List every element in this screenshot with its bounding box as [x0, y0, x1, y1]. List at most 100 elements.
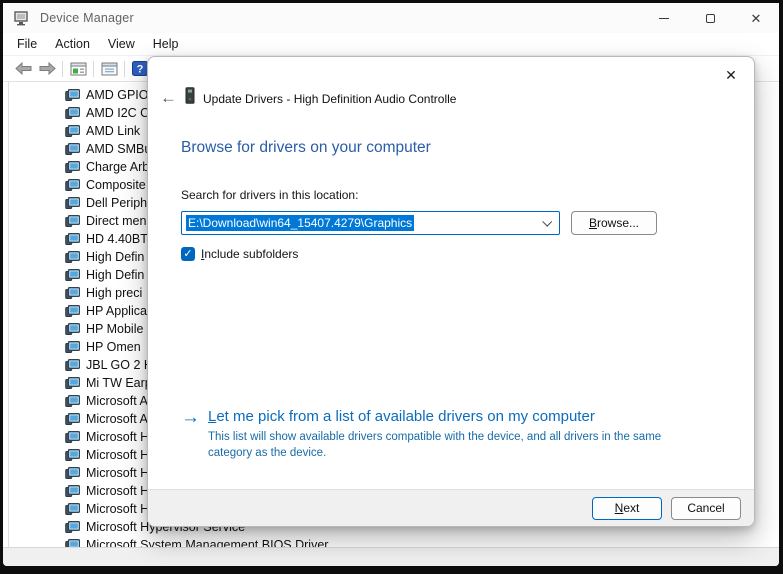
device-icon — [65, 377, 80, 389]
toolbar-back-button[interactable] — [11, 58, 35, 80]
location-row: E:\Download\win64_15407.4279\Graphics Br… — [181, 211, 721, 235]
device-icon — [65, 359, 80, 371]
menu-view[interactable]: View — [99, 34, 144, 54]
search-location-label: Search for drivers in this location: — [181, 188, 721, 202]
include-subfolders-label: Include subfolders — [201, 247, 298, 261]
svg-text:?: ? — [137, 64, 144, 76]
device-icon — [65, 251, 80, 263]
pick-drivers-description: This list will show available drivers co… — [208, 430, 680, 461]
device-icon — [65, 197, 80, 209]
minimize-icon — [659, 18, 669, 19]
pick-drivers-block: → Let me pick from a list of available d… — [181, 408, 680, 461]
tree-item-label: High Defin — [86, 268, 144, 282]
device-icon — [65, 215, 80, 227]
audio-device-icon — [185, 87, 195, 104]
dialog-footer: Next Cancel — [148, 489, 754, 526]
maximize-icon — [706, 14, 715, 23]
device-icon — [65, 143, 80, 155]
dialog-body: Browse for drivers on your computer Sear… — [148, 121, 754, 489]
include-subfolders-checkbox[interactable]: ✓ — [181, 247, 195, 261]
tree-item-label: High Defin — [86, 250, 144, 264]
device-icon — [65, 413, 80, 425]
tree-item-label: Microsoft System Management BIOS Driver — [86, 538, 328, 547]
chevron-down-icon[interactable] — [542, 217, 552, 227]
device-icon — [65, 305, 80, 317]
menu-file[interactable]: File — [8, 34, 46, 54]
cancel-button[interactable]: Cancel — [671, 497, 741, 520]
back-arrow-icon — [15, 62, 32, 75]
forward-arrow-icon — [39, 62, 56, 75]
menu-help[interactable]: Help — [144, 34, 188, 54]
list-view-icon — [70, 62, 87, 76]
tree-item-label: Microsoft H — [86, 448, 149, 462]
close-icon: ✕ — [751, 12, 762, 25]
tree-item-label: Mi TW Earp — [86, 376, 152, 390]
update-drivers-dialog: ✕ ← Update Drivers - High Definition Aud… — [147, 56, 755, 527]
device-icon — [65, 323, 80, 335]
dialog-header: ← Update Drivers - High Definition Audio… — [148, 57, 754, 121]
toolbar-separator — [124, 61, 125, 77]
tree-item-label: High preci — [86, 286, 142, 300]
title-bar: Device Manager ✕ — [3, 3, 779, 33]
tree-item-label: Direct men — [86, 214, 146, 228]
tree-item-label: Microsoft A — [86, 394, 148, 408]
tree-item-label: JBL GO 2 H — [86, 358, 153, 372]
tree-item-label: AMD SMBu — [86, 142, 151, 156]
window-title: Device Manager — [40, 11, 134, 25]
tree-item-label: Microsoft H — [86, 466, 149, 480]
minimize-button[interactable] — [641, 3, 687, 33]
toolbar-separator — [93, 61, 94, 77]
device-icon — [65, 89, 80, 101]
device-icon — [65, 485, 80, 497]
caption-controls: ✕ — [641, 3, 779, 33]
window-bottom-strip — [3, 547, 779, 566]
maximize-button[interactable] — [687, 3, 733, 33]
properties-icon — [101, 62, 118, 76]
device-icon — [65, 161, 80, 173]
device-icon — [65, 233, 80, 245]
menu-action[interactable]: Action — [46, 34, 99, 54]
tree-item-label: Microsoft H — [86, 484, 149, 498]
browse-button[interactable]: Browse... — [571, 211, 657, 235]
close-button[interactable]: ✕ — [733, 3, 779, 33]
toolbar-forward-button[interactable] — [35, 58, 59, 80]
tree-item-label: Dell Periph — [86, 196, 147, 210]
device-icon — [65, 503, 80, 515]
device-icon — [65, 107, 80, 119]
toolbar-separator — [62, 61, 63, 77]
tree-item-label: AMD GPIO — [86, 88, 149, 102]
location-combobox[interactable]: E:\Download\win64_15407.4279\Graphics — [181, 211, 560, 235]
device-icon — [65, 539, 80, 547]
tree-item-label: HD 4.40BT — [86, 232, 148, 246]
device-manager-app-icon — [14, 11, 31, 26]
tree-item[interactable]: Microsoft System Management BIOS Driver — [9, 536, 779, 547]
tree-item-label: HP Mobile — [86, 322, 143, 336]
next-button[interactable]: Next — [592, 497, 662, 520]
page-title: Browse for drivers on your computer — [181, 139, 721, 157]
tree-item-label: Composite — [86, 178, 146, 192]
include-subfolders-row: ✓ Include subfolders — [181, 247, 721, 261]
device-icon — [65, 467, 80, 479]
device-icon — [65, 125, 80, 137]
menu-bar: File Action View Help — [3, 33, 779, 56]
tree-item-label: HP Applica — [86, 304, 147, 318]
tree-item-label: HP Omen — [86, 340, 141, 354]
location-value: E:\Download\win64_15407.4279\Graphics — [186, 215, 414, 231]
tree-item-label: Microsoft H — [86, 502, 149, 516]
dialog-title: Update Drivers - High Definition Audio C… — [203, 92, 456, 106]
tree-item-label: AMD Link — [86, 124, 140, 138]
help-icon: ? — [132, 61, 148, 76]
device-icon — [65, 287, 80, 299]
device-icon — [65, 179, 80, 191]
device-icon — [65, 395, 80, 407]
tree-item-label: Charge Arb — [86, 160, 149, 174]
pick-drivers-link[interactable]: Let me pick from a list of available dri… — [208, 408, 595, 425]
toolbar-list-button[interactable] — [66, 58, 90, 80]
dialog-back-icon[interactable]: ← — [160, 89, 177, 106]
checkmark-icon: ✓ — [183, 249, 192, 260]
tree-item-label: Microsoft A — [86, 412, 148, 426]
toolbar-properties-button[interactable] — [97, 58, 121, 80]
right-arrow-icon: → — [181, 408, 200, 461]
device-icon — [65, 269, 80, 281]
device-icon — [65, 449, 80, 461]
